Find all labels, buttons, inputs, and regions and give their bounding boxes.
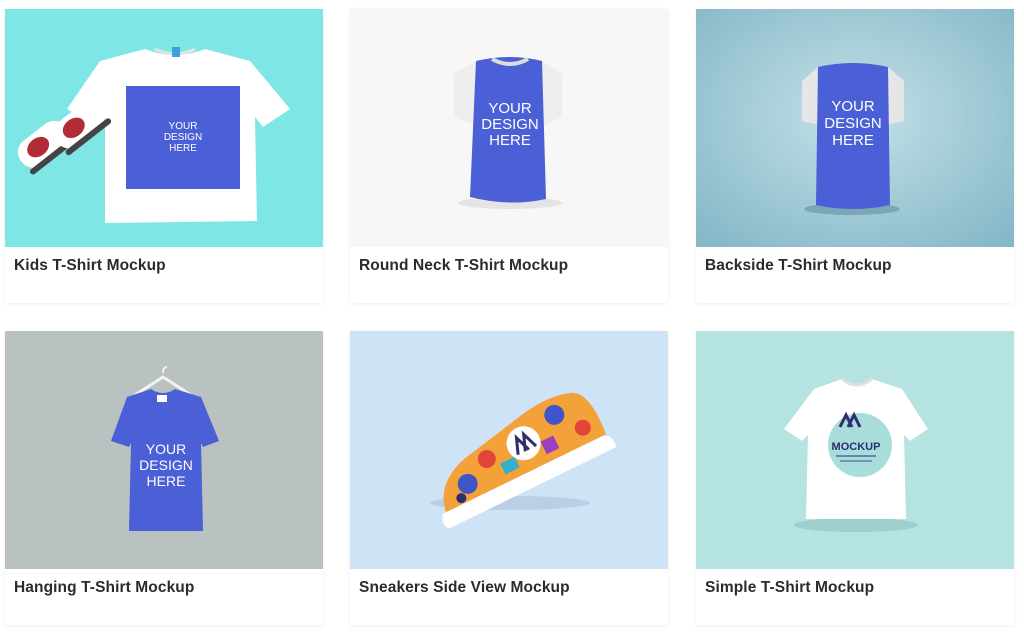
backside-tshirt-image[interactable]: YOUR DESIGN HERE [696, 9, 1014, 247]
hanging-tshirt-image[interactable]: YOUR DESIGN HERE [5, 331, 323, 569]
kids-tshirt-image[interactable]: YOUR DESIGN HERE [5, 9, 323, 247]
card-title[interactable]: Kids T-Shirt Mockup [14, 257, 166, 275]
mockup-card-hanging-tshirt[interactable]: YOUR DESIGN HERE Hanging T-Shirt Mockup [5, 331, 323, 625]
simple-tshirt-image[interactable]: MOCKUP [696, 331, 1014, 569]
card-title[interactable]: Simple T-Shirt Mockup [705, 579, 874, 597]
hanging-placeholder-line-1: YOUR [146, 441, 186, 457]
backside-placeholder-line-1: YOUR [831, 98, 875, 115]
hanging-placeholder-line-3: HERE [147, 473, 186, 489]
simple-logo-text: MOCKUP [832, 441, 881, 453]
card-title[interactable]: Hanging T-Shirt Mockup [14, 579, 194, 597]
round-neck-tshirt-image[interactable]: YOUR DESIGN HERE [350, 9, 668, 247]
kids-placeholder-line-3: HERE [169, 143, 197, 154]
sneakers-side-view-image[interactable] [350, 331, 668, 569]
hanging-placeholder-line-2: DESIGN [139, 457, 193, 473]
mockup-card-round-neck-tshirt[interactable]: YOUR DESIGN HERE Round Neck T-Shirt Mock… [350, 9, 668, 303]
mockup-card-simple-tshirt[interactable]: MOCKUP Simple T-Shirt Mockup [696, 331, 1014, 625]
kids-placeholder-line-1: YOUR [169, 121, 198, 132]
round-neck-placeholder-line-1: YOUR [488, 100, 532, 117]
backside-placeholder-line-2: DESIGN [824, 115, 882, 132]
mockup-card-kids-tshirt[interactable]: YOUR DESIGN HERE Kids T-Shirt Mockup [5, 9, 323, 303]
mockup-card-backside-tshirt[interactable]: YOUR DESIGN HERE Backside T-Shirt Mockup [696, 9, 1014, 303]
round-neck-placeholder-line-3: HERE [489, 132, 531, 149]
mockup-card-sneakers-side-view[interactable]: Sneakers Side View Mockup [350, 331, 668, 625]
card-title[interactable]: Backside T-Shirt Mockup [705, 257, 892, 275]
backside-placeholder-line-3: HERE [832, 132, 874, 149]
card-title[interactable]: Round Neck T-Shirt Mockup [359, 257, 568, 275]
card-title[interactable]: Sneakers Side View Mockup [359, 579, 570, 597]
kids-placeholder-line-2: DESIGN [164, 132, 202, 143]
round-neck-placeholder-line-2: DESIGN [481, 116, 539, 133]
